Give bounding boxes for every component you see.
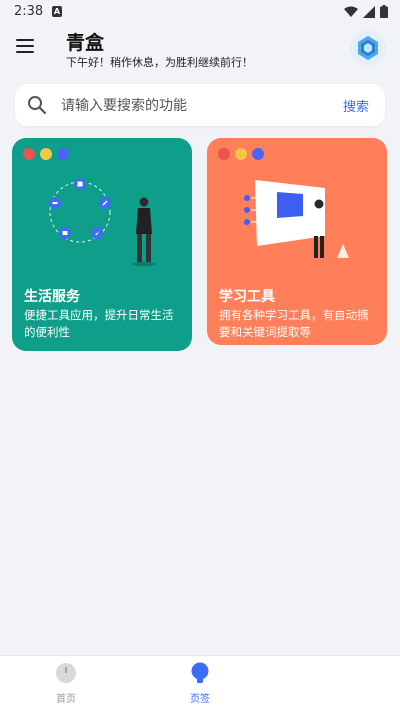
card-life-services[interactable]: 生活服务 便捷工具应用，提升日常生活的便利性 bbox=[12, 138, 192, 351]
card-learning-tools[interactable]: 学习工具 拥有各种学习工具，有自动摘要和关键词提取等 bbox=[207, 138, 387, 345]
search-input[interactable] bbox=[59, 92, 333, 120]
window-dots bbox=[23, 148, 69, 160]
card-description: 拥有各种学习工具，有自动摘要和关键词提取等 bbox=[219, 308, 369, 339]
nav-label: 首页 bbox=[56, 694, 76, 705]
app-title: 青盒 bbox=[66, 32, 105, 54]
bulb-icon bbox=[191, 662, 209, 683]
notification-badge: A bbox=[52, 6, 62, 17]
learning-tools-illustration bbox=[244, 180, 349, 258]
app-logo-icon[interactable] bbox=[350, 30, 386, 66]
card-title: 学习工具 bbox=[219, 289, 275, 305]
greeting-text: 下午好！稍作休息，为胜利继续前行！ bbox=[66, 56, 253, 69]
wifi-icon bbox=[344, 6, 358, 17]
window-dots bbox=[218, 148, 264, 160]
nav-label: 页签 bbox=[190, 694, 210, 705]
nav-item-home[interactable]: 首页 bbox=[36, 662, 96, 705]
bottom-navigation: 首页 页签 bbox=[0, 655, 400, 713]
clock-icon bbox=[56, 663, 76, 683]
battery-icon bbox=[380, 5, 388, 18]
system-icons bbox=[344, 5, 388, 18]
card-title: 生活服务 bbox=[24, 289, 80, 305]
status-bar: 2:38 A bbox=[0, 0, 400, 24]
search-icon bbox=[28, 96, 47, 115]
signal-icon bbox=[363, 5, 375, 18]
status-time: 2:38 bbox=[14, 4, 44, 19]
life-services-illustration bbox=[49, 178, 156, 266]
search-bar: 搜索 bbox=[15, 84, 385, 126]
app-header: 青盒 下午好！稍作休息，为胜利继续前行！ bbox=[0, 24, 400, 72]
card-description: 便捷工具应用，提升日常生活的便利性 bbox=[24, 308, 174, 339]
search-button[interactable]: 搜索 bbox=[343, 96, 369, 115]
nav-item-tabs[interactable]: 页签 bbox=[170, 662, 230, 705]
menu-icon[interactable] bbox=[16, 39, 34, 53]
